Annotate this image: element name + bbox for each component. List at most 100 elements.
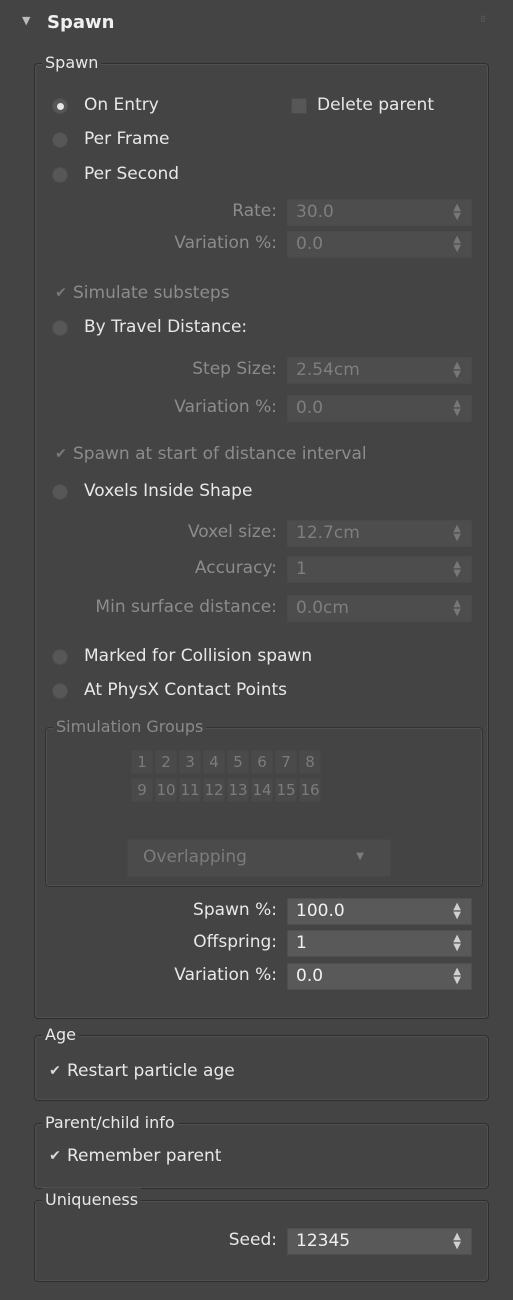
min-surface-distance-value[interactable]: 0.0cm [296, 598, 349, 618]
sim-group-button[interactable]: 11 [179, 778, 201, 802]
spawn-percent-spinner[interactable]: 100.0 ▲ ▼ [287, 898, 472, 925]
sim-group-button[interactable]: 1 [131, 750, 153, 774]
sim-group-button[interactable]: 12 [203, 778, 225, 802]
spawn-group-title: Spawn [42, 51, 102, 75]
sim-group-button[interactable]: 6 [251, 750, 273, 774]
rollout-title: Spawn [47, 12, 115, 33]
travel-variation-spinner[interactable]: 0.0 ▲ ▼ [287, 395, 472, 422]
accuracy-label: Accuracy: [194, 558, 277, 578]
offspring-value[interactable]: 1 [296, 933, 307, 953]
seed-spinner[interactable]: 12345 ▲ ▼ [287, 1228, 472, 1255]
min-surface-distance-label: Min surface distance: [95, 597, 277, 617]
spinner-arrows-icon[interactable]: ▲ ▼ [453, 235, 461, 254]
per-second-label[interactable]: Per Second [84, 164, 179, 184]
voxel-size-value[interactable]: 12.7cm [296, 523, 360, 543]
spinner-arrows-icon[interactable]: ▲ ▼ [453, 560, 461, 579]
spinner-arrows-icon[interactable]: ▲ ▼ [453, 599, 461, 618]
age-group: Age ✔ Restart particle age [34, 1023, 489, 1101]
per-second-radio[interactable] [52, 167, 68, 183]
sim-group-button[interactable]: 15 [275, 778, 297, 802]
spawn-percent-value[interactable]: 100.0 [296, 901, 345, 921]
spawn-at-start-label[interactable]: Spawn at start of distance interval [73, 444, 367, 464]
marked-for-collision-radio[interactable] [52, 649, 68, 665]
step-size-spinner[interactable]: 2.54cm ▲ ▼ [287, 357, 472, 384]
on-entry-label[interactable]: On Entry [84, 95, 159, 115]
spinner-arrows-icon[interactable]: ▲ ▼ [453, 967, 461, 986]
spinner-arrows-icon[interactable]: ▲ ▼ [453, 934, 461, 953]
drag-grip-icon[interactable]: ⠿ [480, 16, 488, 26]
delete-parent-checkbox[interactable] [291, 98, 307, 114]
sim-group-button[interactable]: 8 [299, 750, 321, 774]
spinner-arrows-icon[interactable]: ▲ ▼ [453, 1232, 461, 1251]
age-group-title: Age [42, 1023, 79, 1047]
rate-label: Rate: [232, 201, 277, 221]
by-travel-distance-radio[interactable] [52, 320, 68, 336]
voxels-inside-shape-radio[interactable] [52, 484, 68, 500]
simulation-groups-title: Simulation Groups [53, 715, 207, 739]
accuracy-value[interactable]: 1 [296, 559, 307, 579]
sim-group-button[interactable]: 2 [155, 750, 177, 774]
on-entry-radio[interactable] [52, 98, 68, 114]
seed-value[interactable]: 12345 [296, 1231, 350, 1251]
variation-label: Variation %: [174, 233, 277, 253]
offspring-variation-spinner[interactable]: 0.0 ▲ ▼ [287, 963, 472, 990]
sim-group-button[interactable]: 13 [227, 778, 249, 802]
remember-parent-checkmark-icon[interactable]: ✔ [47, 1148, 63, 1164]
sim-group-button[interactable]: 16 [299, 778, 321, 802]
simulate-substeps-label[interactable]: Simulate substeps [73, 283, 230, 303]
sim-group-button[interactable]: 5 [227, 750, 249, 774]
restart-particle-age-label[interactable]: Restart particle age [67, 1061, 235, 1081]
travel-variation-label: Variation %: [174, 397, 277, 417]
offspring-label: Offspring: [193, 932, 277, 952]
rollout-header[interactable]: ▼ Spawn ⠿ [4, 4, 502, 42]
uniqueness-title: Uniqueness [42, 1188, 142, 1212]
parent-child-info-title: Parent/child info [42, 1111, 178, 1135]
spawn-percent-label: Spawn %: [193, 900, 277, 920]
travel-variation-value[interactable]: 0.0 [296, 398, 323, 418]
spinner-arrows-icon[interactable]: ▲ ▼ [453, 524, 461, 543]
delete-parent-label[interactable]: Delete parent [317, 95, 434, 115]
sim-group-button[interactable]: 9 [131, 778, 153, 802]
spinner-arrows-icon[interactable]: ▲ ▼ [453, 902, 461, 921]
per-frame-label[interactable]: Per Frame [84, 129, 169, 149]
spawn-group: Spawn On Entry Delete parent Per Frame P… [34, 51, 489, 1019]
variation-value[interactable]: 0.0 [296, 234, 323, 254]
rate-value[interactable]: 30.0 [296, 202, 334, 222]
accuracy-spinner[interactable]: 1 ▲ ▼ [287, 556, 472, 583]
voxel-size-spinner[interactable]: 12.7cm ▲ ▼ [287, 520, 472, 547]
min-surface-distance-spinner[interactable]: 0.0cm ▲ ▼ [287, 595, 472, 622]
restart-particle-age-checkmark-icon[interactable]: ✔ [47, 1063, 63, 1079]
overlap-mode-dropdown[interactable]: Overlapping ▼ [127, 839, 391, 877]
sim-group-button[interactable]: 3 [179, 750, 201, 774]
rate-spinner[interactable]: 30.0 ▲ ▼ [287, 199, 472, 226]
simulate-substeps-checkmark-icon[interactable]: ✔ [53, 285, 69, 301]
physx-contact-radio[interactable] [52, 683, 68, 699]
step-size-value[interactable]: 2.54cm [296, 360, 360, 380]
marked-for-collision-label[interactable]: Marked for Collision spawn [84, 646, 312, 666]
spinner-arrows-icon[interactable]: ▲ ▼ [453, 399, 461, 418]
sim-group-button[interactable]: 10 [155, 778, 177, 802]
spawn-at-start-checkmark-icon[interactable]: ✔ [53, 446, 69, 462]
offspring-spinner[interactable]: 1 ▲ ▼ [287, 930, 472, 957]
overlap-mode-value[interactable]: Overlapping [143, 847, 247, 867]
sim-group-button[interactable]: 4 [203, 750, 225, 774]
offspring-variation-value[interactable]: 0.0 [296, 966, 323, 986]
remember-parent-label[interactable]: Remember parent [67, 1146, 221, 1166]
seed-label: Seed: [228, 1230, 277, 1250]
variation-spinner[interactable]: 0.0 ▲ ▼ [287, 231, 472, 258]
per-frame-radio[interactable] [52, 132, 68, 148]
spinner-arrows-icon[interactable]: ▲ ▼ [453, 203, 461, 222]
spawn-rollout-panel: ▼ Spawn ⠿ Spawn On Entry Delete parent P… [4, 4, 502, 1296]
sim-group-button[interactable]: 7 [275, 750, 297, 774]
voxels-inside-shape-label[interactable]: Voxels Inside Shape [84, 481, 252, 501]
sim-group-button[interactable]: 14 [251, 778, 273, 802]
by-travel-distance-label[interactable]: By Travel Distance: [84, 317, 247, 337]
parent-child-info-group: Parent/child info ✔ Remember parent [34, 1111, 489, 1189]
uniqueness-group: Uniqueness Seed: 12345 ▲ ▼ [34, 1188, 489, 1282]
collapse-arrow-icon[interactable]: ▼ [22, 14, 30, 27]
spinner-arrows-icon[interactable]: ▲ ▼ [453, 361, 461, 380]
physx-contact-label[interactable]: At PhysX Contact Points [84, 680, 287, 700]
step-size-label: Step Size: [192, 359, 277, 379]
offspring-variation-label: Variation %: [174, 965, 277, 985]
dropdown-arrow-icon[interactable]: ▼ [356, 851, 364, 862]
